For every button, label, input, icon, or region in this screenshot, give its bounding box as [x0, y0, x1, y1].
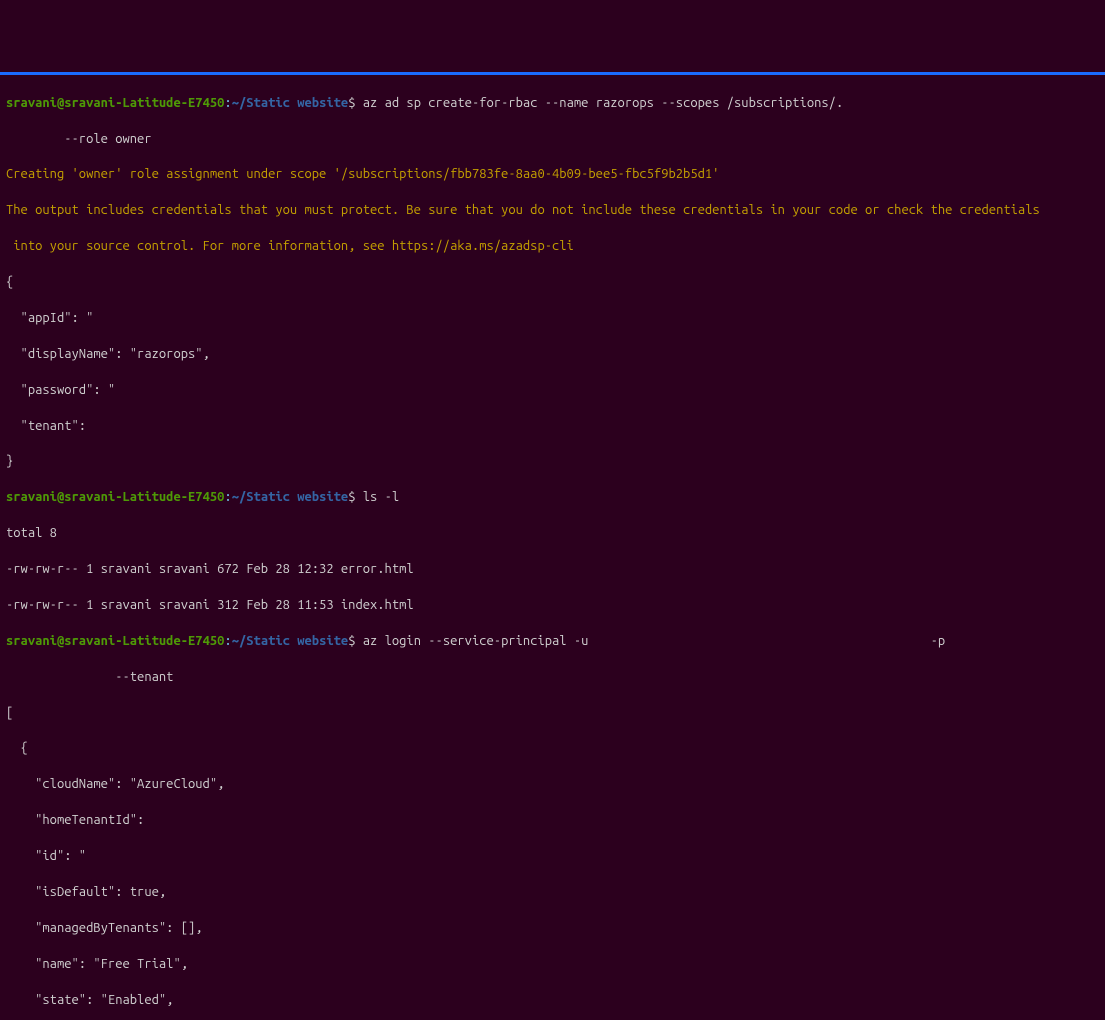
q-hometenantid: "homeTenantId":: [6, 812, 1099, 830]
warning-line-3: into your source control. For more infor…: [6, 238, 1099, 256]
prompt-sep: :: [224, 490, 231, 504]
json1-appid: "appId": ": [6, 310, 1099, 328]
arr-open: [: [6, 705, 1099, 723]
window-tab-bar: [0, 72, 1105, 75]
q-cloudname: "cloudName": "AzureCloud",: [6, 776, 1099, 794]
json1-displayname: "displayName": "razorops",: [6, 346, 1099, 364]
command-3-continuation[interactable]: --tenant: [6, 669, 1099, 687]
ls-total: total 8: [6, 525, 1099, 543]
prompt-at: @: [57, 634, 64, 648]
q-name: "name": "Free Trial",: [6, 956, 1099, 974]
prompt-host: sravani-Latitude-E7450: [64, 634, 224, 648]
obj-open: {: [6, 740, 1099, 758]
q-isdefault: "isDefault": true,: [6, 884, 1099, 902]
json1-open-brace: {: [6, 274, 1099, 292]
prompt-host: sravani-Latitude-E7450: [64, 490, 224, 504]
ls-row-2: -rw-rw-r-- 1 sravani sravani 312 Feb 28 …: [6, 597, 1099, 615]
warning-line-1: Creating 'owner' role assignment under s…: [6, 166, 1099, 184]
prompt-line-2: sravani@sravani-Latitude-E7450:~/Static …: [6, 489, 1099, 507]
prompt-user: sravani: [6, 634, 57, 648]
prompt-dollar: $: [348, 634, 355, 648]
prompt-line-3: sravani@sravani-Latitude-E7450:~/Static …: [6, 633, 1099, 651]
q-state: "state": "Enabled",: [6, 992, 1099, 1010]
command-3-text-a[interactable]: az login --service-principal -u: [363, 634, 596, 648]
prompt-path: /Static website: [239, 634, 348, 648]
prompt-sep: :: [224, 634, 231, 648]
command-1[interactable]: [355, 96, 362, 110]
prompt-path-prefix: ~: [232, 96, 239, 110]
prompt-path-prefix: ~: [232, 634, 239, 648]
command-3-p-flag[interactable]: -p: [923, 634, 952, 648]
prompt-sep: :: [224, 96, 231, 110]
prompt-path: /Static website: [239, 490, 348, 504]
command-1-continuation[interactable]: --role owner: [6, 131, 1099, 149]
json1-close-brace: }: [6, 453, 1099, 471]
prompt-user: sravani: [6, 490, 57, 504]
command-1-text[interactable]: az ad sp create-for-rbac --name razorops…: [363, 96, 843, 110]
json1-tenant: "tenant":: [6, 418, 1099, 436]
prompt-path-prefix: ~: [232, 490, 239, 504]
q-id: "id": ": [6, 848, 1099, 866]
command-2-text[interactable]: ls -l: [363, 490, 399, 504]
warning-line-2: The output includes credentials that you…: [6, 202, 1099, 220]
prompt-host: sravani-Latitude-E7450: [64, 96, 224, 110]
ls-row-1: -rw-rw-r-- 1 sravani sravani 672 Feb 28 …: [6, 561, 1099, 579]
prompt-user: sravani: [6, 96, 57, 110]
command-3-redacted-u[interactable]: [596, 634, 924, 648]
prompt-line-1: sravani@sravani-Latitude-E7450:~/Static …: [6, 95, 1099, 113]
command-3[interactable]: [355, 634, 362, 648]
command-2[interactable]: [355, 490, 362, 504]
prompt-path: /Static website: [239, 96, 348, 110]
json1-password: "password": ": [6, 382, 1099, 400]
q-managedbytenants: "managedByTenants": [],: [6, 920, 1099, 938]
